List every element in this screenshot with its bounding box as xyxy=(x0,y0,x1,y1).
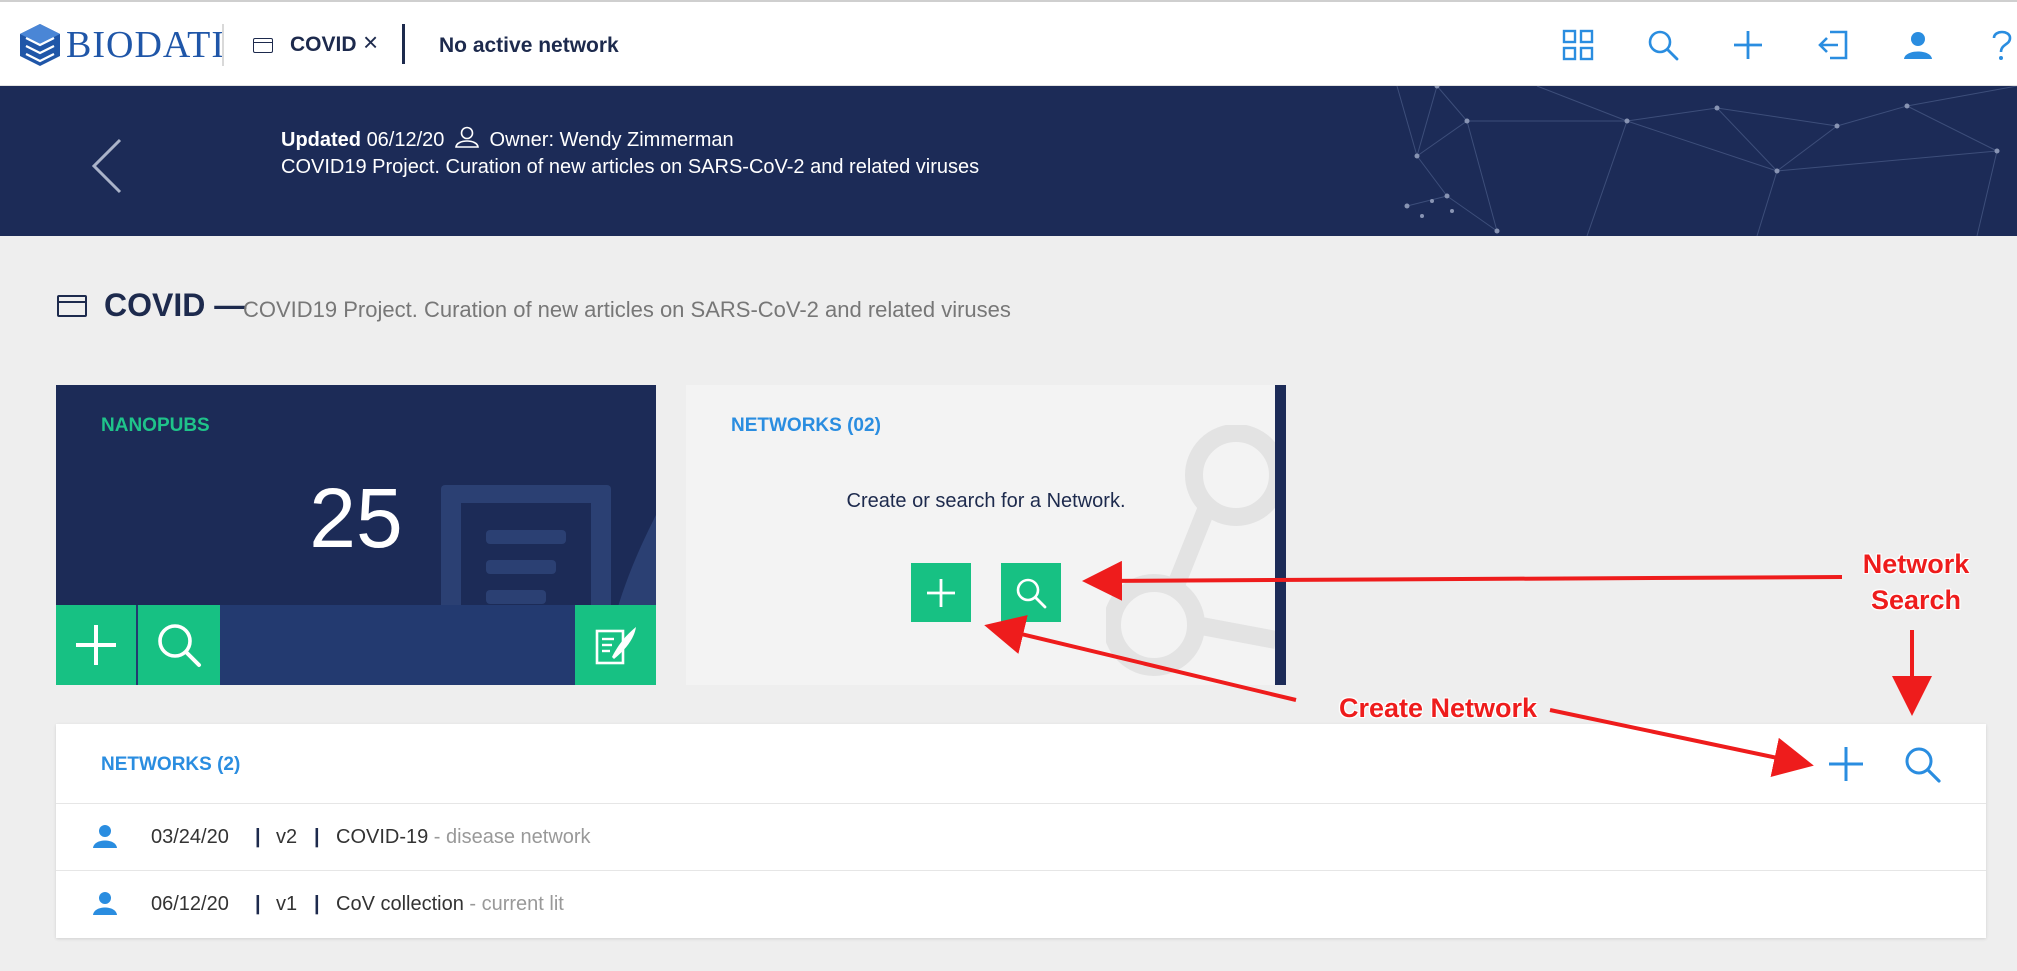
search-icon xyxy=(158,624,201,667)
card-accent-bar xyxy=(1275,385,1286,685)
back-arrow-icon[interactable] xyxy=(88,136,128,196)
create-network-button[interactable] xyxy=(911,563,971,622)
network-watermark-icon xyxy=(1106,425,1286,676)
project-tab-label[interactable]: COVID xyxy=(290,33,357,57)
page-description: COVID19 Project. Curation of new article… xyxy=(243,297,1011,322)
biodati-logo[interactable]: BIODATI xyxy=(18,18,225,72)
table-row[interactable]: 03/24/20 | v2 | COVID-19 - disease netwo… xyxy=(56,804,1986,871)
cube-logo-icon xyxy=(20,24,60,66)
nanopubs-label: NANOPUBS xyxy=(101,415,210,436)
active-network-label[interactable]: No active network xyxy=(439,34,619,58)
networks-list-panel: NETWORKS (2) 03/24/20 | v2 | COVID-19 - … xyxy=(56,724,1986,938)
project-icon xyxy=(253,38,273,53)
separator: | xyxy=(255,893,261,915)
grid-icon[interactable] xyxy=(1561,28,1595,62)
edit-nanopub-button[interactable] xyxy=(575,605,656,685)
separator: | xyxy=(314,893,320,915)
project-header-banner: Updated 06/12/20 Owner: Wendy Zimmerman … xyxy=(0,86,2017,236)
network-date: 06/12/20 xyxy=(151,893,229,915)
network-version: v2 xyxy=(276,826,298,848)
plus-icon xyxy=(927,578,955,607)
add-nanopub-button[interactable] xyxy=(56,605,136,685)
separator: | xyxy=(255,826,261,848)
table-row[interactable]: 06/12/20 | v1 | CoV collection - current… xyxy=(56,871,1986,938)
page-title: COVID — xyxy=(104,287,247,323)
networks-card-label: NETWORKS (02) xyxy=(731,415,881,436)
project-icon xyxy=(57,295,87,317)
divider xyxy=(222,24,224,66)
search-icon[interactable] xyxy=(1646,28,1680,62)
divider xyxy=(402,24,405,64)
network-pattern-decoration xyxy=(1396,86,2017,236)
search-network-icon[interactable] xyxy=(1902,744,1942,784)
close-icon[interactable]: × xyxy=(363,29,378,55)
search-icon xyxy=(1016,578,1047,608)
networks-list-header: NETWORKS (2) xyxy=(56,724,1986,804)
top-navbar: BIODATI COVID × No active network xyxy=(0,0,2017,86)
plus-icon xyxy=(76,625,116,665)
updated-label: Updated xyxy=(281,129,361,151)
owner-icon xyxy=(455,126,479,148)
networks-card-prompt: Create or search for a Network. xyxy=(846,490,1126,512)
create-network-plus-icon[interactable] xyxy=(1826,744,1866,784)
nanopubs-count: 25 xyxy=(309,471,403,565)
network-date: 03/24/20 xyxy=(151,826,229,848)
networks-list-title: NETWORKS (2) xyxy=(101,754,241,775)
search-nanopub-button[interactable] xyxy=(138,605,220,685)
network-version: v1 xyxy=(276,893,298,915)
user-icon xyxy=(93,892,117,915)
exit-icon[interactable] xyxy=(1816,28,1850,62)
header-description: COVID19 Project. Curation of new article… xyxy=(281,156,980,178)
network-search-annotation: Network Search xyxy=(1862,549,1970,615)
networks-card: NETWORKS (02) Create or search for a Net… xyxy=(686,385,1286,685)
network-name[interactable]: CoV collection - current lit xyxy=(336,893,564,916)
nanopubs-card: NANOPUBS 25 xyxy=(56,385,656,685)
plus-icon[interactable] xyxy=(1731,28,1765,62)
create-network-annotation: Create Network xyxy=(1338,693,1538,723)
user-icon[interactable] xyxy=(1901,28,1935,62)
updated-date: 06/12/20 xyxy=(366,129,445,151)
owner-label: Owner: Wendy Zimmerman xyxy=(489,129,734,151)
logo-text: BIODATI xyxy=(66,24,225,66)
user-icon xyxy=(93,825,117,848)
updated-info: Updated 06/12/20 Owner: Wendy Zimmerman xyxy=(281,126,734,152)
help-icon[interactable] xyxy=(1984,28,2017,62)
network-name[interactable]: COVID-19 - disease network xyxy=(336,826,591,849)
search-network-button[interactable] xyxy=(1001,563,1061,622)
edit-document-icon xyxy=(595,627,636,665)
separator: | xyxy=(314,826,320,848)
